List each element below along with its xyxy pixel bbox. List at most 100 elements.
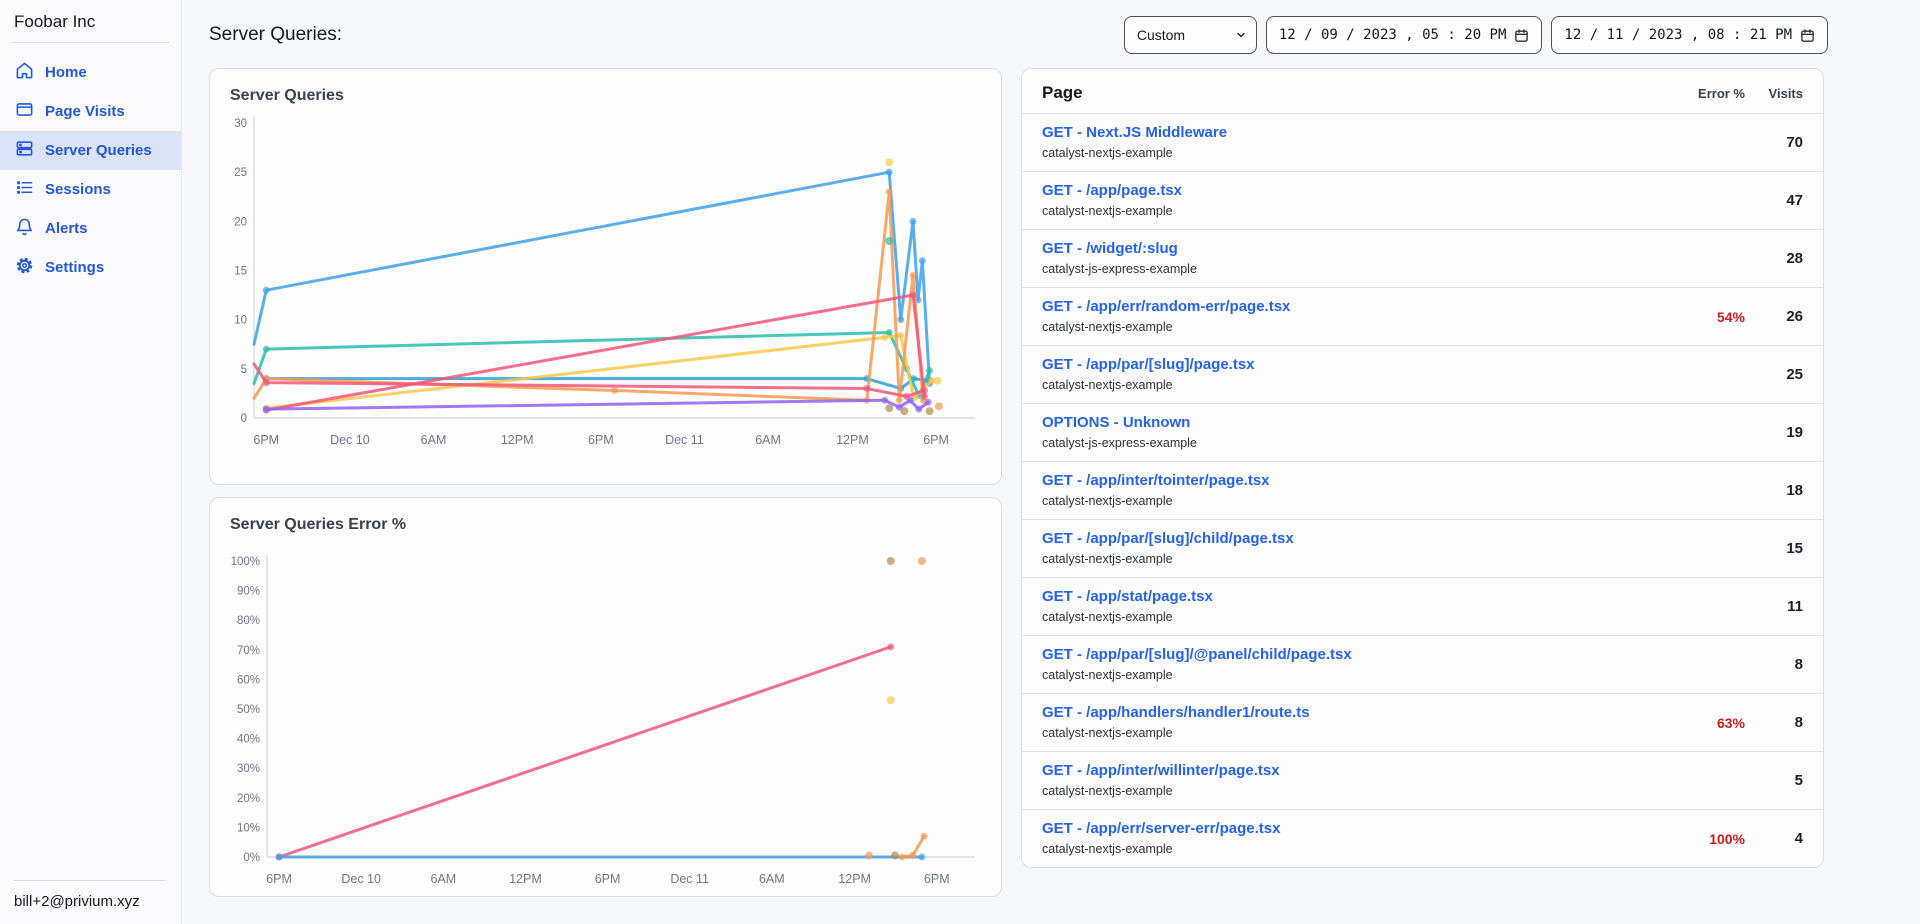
data-point (921, 387, 928, 394)
page-link[interactable]: GET - /app/par/[slug]/page.tsx (1042, 355, 1255, 375)
sidebar-item-page-visits[interactable]: Page Visits (0, 92, 181, 131)
pages-column: Page Error % Visits GET - Next.JS Middle… (1021, 68, 1824, 909)
project-name: catalyst-nextjs-example (1042, 145, 1667, 162)
gear-icon (15, 256, 34, 279)
visits-count: 18 (1761, 482, 1803, 499)
project-name: catalyst-nextjs-example (1042, 841, 1667, 858)
page-link[interactable]: GET - /widget/:slug (1042, 239, 1178, 259)
page-link[interactable]: OPTIONS - Unknown (1042, 413, 1190, 433)
data-point (263, 346, 270, 353)
series-blue-main (254, 169, 933, 387)
row-main: GET - /widget/:slug catalyst-js-express-… (1042, 239, 1667, 278)
page-link[interactable]: GET - /app/stat/page.tsx (1042, 587, 1213, 607)
date-from-input[interactable]: 12 / 09 / 2023 , 05 : 20 PM (1266, 16, 1543, 54)
data-point (907, 397, 914, 404)
date-to-input[interactable]: 12 / 11 / 2023 , 08 : 21 PM (1551, 16, 1828, 54)
server-icon (15, 139, 34, 162)
page-link[interactable]: GET - Next.JS Middleware (1042, 123, 1227, 143)
range-select[interactable]: Custom (1124, 16, 1257, 54)
page-link[interactable]: GET - /app/par/[slug]/@panel/child/page.… (1042, 645, 1352, 665)
sidebar-item-sessions[interactable]: Sessions (0, 170, 181, 209)
x-tick-label: 6PM (253, 433, 279, 447)
calendar-icon[interactable] (1800, 28, 1815, 43)
page-link[interactable]: GET - /app/par/[slug]/child/page.tsx (1042, 529, 1294, 549)
row-main: GET - /app/inter/willinter/page.tsx cata… (1042, 761, 1667, 800)
sidebar-item-alerts[interactable]: Alerts (0, 209, 181, 248)
x-tick-label: 6PM (924, 872, 950, 885)
data-point-yellow-dots (885, 158, 893, 166)
row-main: GET - /app/err/random-err/page.tsx catal… (1042, 297, 1667, 336)
y-tick-label: 100% (231, 556, 260, 568)
visits-count: 15 (1761, 540, 1803, 557)
data-point-tan-zero (891, 852, 899, 860)
sidebar-nav: Home Page Visits Server Queries Sessions… (0, 53, 181, 870)
data-point-orange-dot (935, 402, 943, 410)
window-icon (15, 100, 34, 123)
series-pink-error (276, 643, 895, 860)
server-queries-chart-card: Server Queries 0510152025306PMDec 106AM1… (209, 68, 1002, 485)
x-tick-label: Dec 10 (330, 433, 370, 447)
project-name: catalyst-nextjs-example (1042, 203, 1667, 220)
project-name: catalyst-js-express-example (1042, 261, 1667, 278)
visits-count: 19 (1761, 424, 1803, 441)
date-from-value: 12 / 09 / 2023 , 05 : 20 PM (1279, 27, 1507, 43)
data-point (909, 218, 916, 225)
page-link[interactable]: GET - /app/err/server-err/page.tsx (1042, 819, 1280, 839)
y-tick-label: 20 (234, 216, 247, 228)
x-tick-label: 6AM (759, 872, 785, 885)
page-link[interactable]: GET - /app/page.tsx (1042, 181, 1182, 201)
server-queries-error-chart: 0%10%20%30%40%50%60%70%80%90%100%6PMDec … (230, 540, 981, 885)
calendar-icon[interactable] (1514, 28, 1529, 43)
data-point (276, 854, 283, 861)
table-row: GET - /app/inter/tointer/page.tsx cataly… (1022, 461, 1823, 519)
x-tick-label: 12PM (501, 433, 534, 447)
sidebar-footer: bill+2@privium.xyz (0, 870, 181, 924)
sidebar-item-label: Settings (45, 259, 104, 276)
y-tick-label: 50% (237, 704, 260, 716)
visits-count: 26 (1761, 308, 1803, 325)
row-main: GET - /app/err/server-err/page.tsx catal… (1042, 819, 1667, 858)
data-point (899, 854, 906, 861)
row-main: OPTIONS - Unknown catalyst-js-express-ex… (1042, 413, 1667, 452)
data-point (886, 169, 893, 176)
y-tick-label: 0 (241, 413, 247, 425)
sidebar-item-settings[interactable]: Settings (0, 248, 181, 287)
project-name: catalyst-nextjs-example (1042, 319, 1667, 336)
row-main: GET - /app/handlers/handler1/route.ts ca… (1042, 703, 1667, 742)
x-tick-label: 12PM (838, 872, 871, 885)
column-header-error: Error % (1667, 86, 1745, 101)
y-tick-label: 10% (237, 822, 260, 834)
sidebar-item-server-queries[interactable]: Server Queries (0, 131, 181, 170)
series-pink-rise (263, 292, 928, 414)
table-row: GET - /app/inter/willinter/page.tsx cata… (1022, 751, 1823, 809)
data-point (909, 852, 916, 859)
data-point (881, 397, 888, 404)
page-link[interactable]: GET - /app/handlers/handler1/route.ts (1042, 703, 1310, 723)
row-main: GET - /app/par/[slug]/page.tsx catalyst-… (1042, 355, 1667, 394)
page-link[interactable]: GET - /app/inter/tointer/page.tsx (1042, 471, 1270, 491)
data-point (611, 387, 618, 394)
page-link[interactable]: GET - /app/inter/willinter/page.tsx (1042, 761, 1280, 781)
sidebar: Foobar Inc Home Page Visits Server Queri… (0, 0, 182, 924)
date-to-value: 12 / 11 / 2023 , 08 : 21 PM (1564, 27, 1792, 43)
visits-count: 28 (1761, 250, 1803, 267)
sidebar-item-home[interactable]: Home (0, 53, 181, 92)
table-body: GET - Next.JS Middleware catalyst-nextjs… (1022, 113, 1823, 867)
range-select-wrap: Custom (1124, 16, 1257, 54)
row-main: GET - /app/par/[slug]/child/page.tsx cat… (1042, 529, 1667, 568)
data-point-tan-dots (926, 407, 934, 415)
axes (267, 555, 975, 857)
table-row: GET - /app/page.tsx catalyst-nextjs-exam… (1022, 171, 1823, 229)
table-row: GET - /app/par/[slug]/@panel/child/page.… (1022, 635, 1823, 693)
visits-count: 8 (1761, 714, 1803, 731)
project-name: catalyst-nextjs-example (1042, 783, 1667, 800)
data-point (263, 406, 270, 413)
x-tick-label: 6PM (595, 872, 621, 885)
data-point-tan-dots (900, 407, 908, 415)
chart-title: Server Queries (230, 87, 981, 105)
brand-name: Foobar Inc (0, 0, 181, 42)
data-point (881, 334, 888, 341)
page-link[interactable]: GET - /app/err/random-err/page.tsx (1042, 297, 1290, 317)
sidebar-item-label: Page Visits (45, 103, 125, 120)
table-row: GET - Next.JS Middleware catalyst-nextjs… (1022, 113, 1823, 171)
